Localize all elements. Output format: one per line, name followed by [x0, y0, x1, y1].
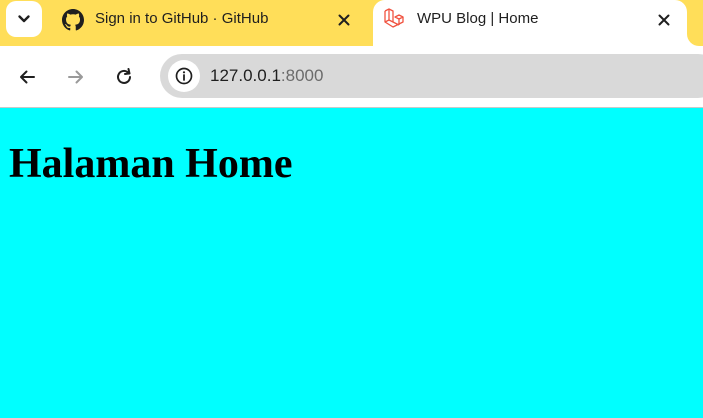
tab-title: WPU Blog | Home: [417, 10, 539, 27]
close-icon[interactable]: [335, 11, 353, 29]
page-heading: Halaman Home: [9, 141, 293, 187]
reload-button[interactable]: [108, 61, 140, 93]
arrow-left-icon: [20, 70, 35, 84]
url-text[interactable]: 127.0.0.1:8000: [210, 66, 323, 86]
forward-button[interactable]: [60, 61, 92, 93]
laravel-icon: [383, 7, 405, 29]
site-info-button[interactable]: [168, 60, 200, 92]
arrow-right-icon: [68, 70, 83, 84]
url-port: :8000: [280, 66, 324, 85]
github-icon: [62, 9, 84, 31]
tab-wpu-blog[interactable]: WPU Blog | Home: [373, 0, 687, 46]
close-icon[interactable]: [655, 11, 673, 29]
tab-corner: [687, 33, 703, 46]
tab-title: Sign in to GitHub · GitHub: [95, 10, 269, 27]
tab-search-button[interactable]: [6, 1, 42, 37]
reload-icon: [117, 68, 131, 84]
address-bar[interactable]: 127.0.0.1:8000: [160, 54, 703, 98]
tab-github[interactable]: Sign in to GitHub · GitHub: [50, 0, 364, 46]
chevron-down-icon: [18, 15, 30, 23]
url-host: 127.0.0.1: [210, 66, 281, 85]
browser-toolbar: 127.0.0.1:8000: [0, 46, 703, 108]
info-icon: [175, 67, 193, 85]
tab-strip: Sign in to GitHub · GitHub WPU Blog | Ho…: [0, 0, 703, 46]
back-button[interactable]: [11, 61, 43, 93]
page-content: Halaman Home: [0, 108, 703, 418]
